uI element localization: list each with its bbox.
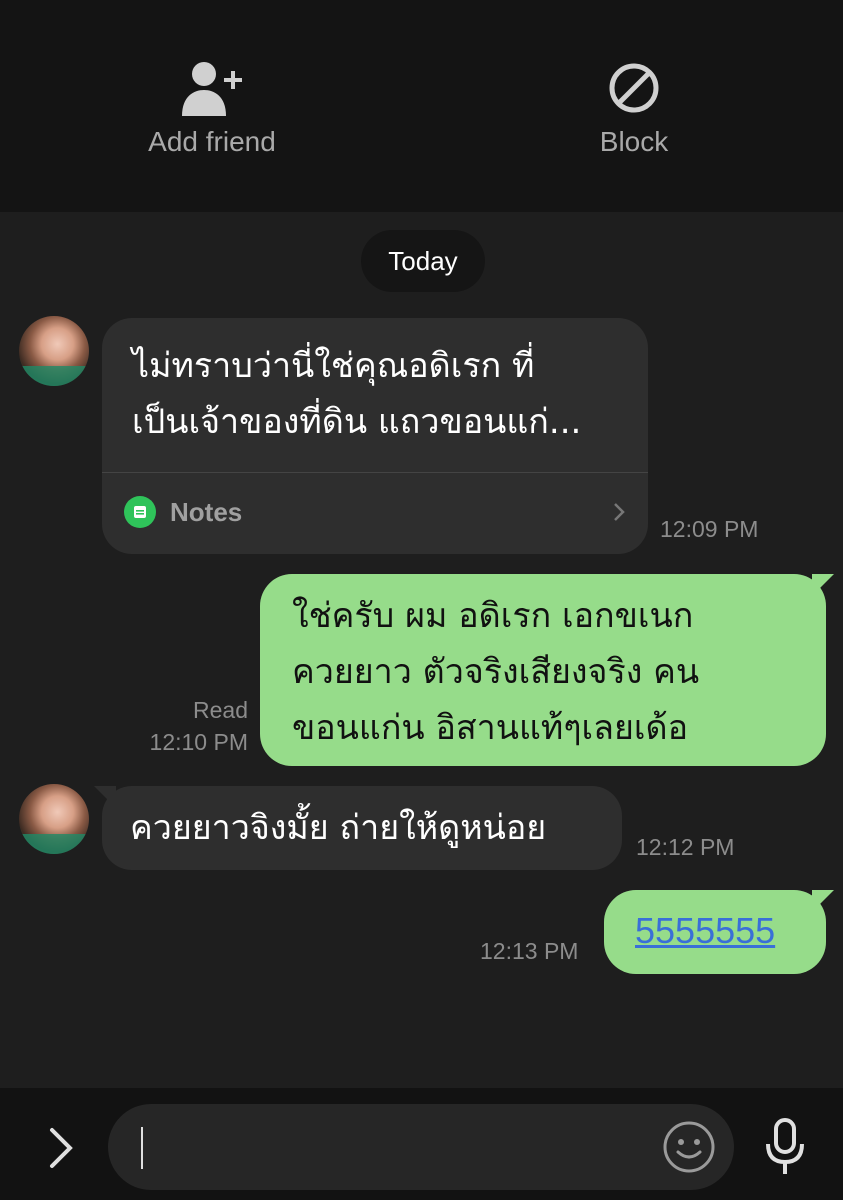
message-text: ไม่ทราบว่านี่ใช่คุณอดิเรก ที่ เป็นเจ้าขอ…	[132, 346, 582, 442]
date-divider: Today	[361, 230, 485, 292]
emoji-icon[interactable]	[662, 1120, 716, 1174]
incoming-message-bubble[interactable]: ไม่ทราบว่านี่ใช่คุณอดิเรก ที่ เป็นเจ้าขอ…	[102, 318, 648, 554]
chevron-right-icon[interactable]	[46, 1126, 76, 1170]
top-action-bar: Add friend Block	[0, 0, 843, 212]
block-label: Block	[599, 126, 669, 157]
contact-avatar[interactable]	[19, 316, 89, 386]
message-timestamp: 12:12 PM	[636, 834, 735, 860]
microphone-icon[interactable]	[764, 1118, 806, 1176]
add-person-icon	[182, 62, 242, 116]
incoming-message-bubble[interactable]: ควยยาวจิงมั้ย ถ่ายให้ดูหน่อย	[102, 786, 622, 870]
add-friend-button[interactable]: Add friend	[92, 60, 332, 158]
message-timestamp: 12:09 PM	[660, 516, 759, 542]
phone-number-link[interactable]: 5555555	[635, 910, 775, 952]
block-icon	[609, 63, 659, 113]
text-caret	[141, 1127, 143, 1169]
outgoing-message-bubble[interactable]: ใช่ครับ ผม อดิเรก เอกขเนก ควยยาว ตัวจริง…	[260, 574, 826, 766]
message-timestamp: 12:10 PM	[149, 729, 248, 755]
outgoing-message-bubble[interactable]: 5555555	[604, 890, 826, 974]
message-input-bar	[0, 1088, 843, 1200]
chevron-right-icon	[614, 503, 625, 521]
read-receipt: Read 12:10 PM	[120, 694, 248, 758]
read-label: Read	[193, 697, 248, 723]
add-friend-label: Add friend	[148, 126, 276, 157]
contact-avatar[interactable]	[19, 784, 89, 854]
notes-link[interactable]: Notes	[124, 496, 626, 528]
notes-icon	[124, 496, 156, 528]
message-text: ใช่ครับ ผม อดิเรก เอกขเนก ควยยาว ตัวจริง…	[292, 596, 700, 748]
message-input[interactable]	[108, 1104, 734, 1190]
message-timestamp: 12:13 PM	[480, 938, 579, 964]
block-button[interactable]: Block	[514, 60, 754, 158]
message-text: ควยยาวจิงมั้ย ถ่ายให้ดูหน่อย	[130, 808, 547, 848]
bubble-divider	[102, 472, 648, 473]
notes-label: Notes	[170, 496, 243, 527]
